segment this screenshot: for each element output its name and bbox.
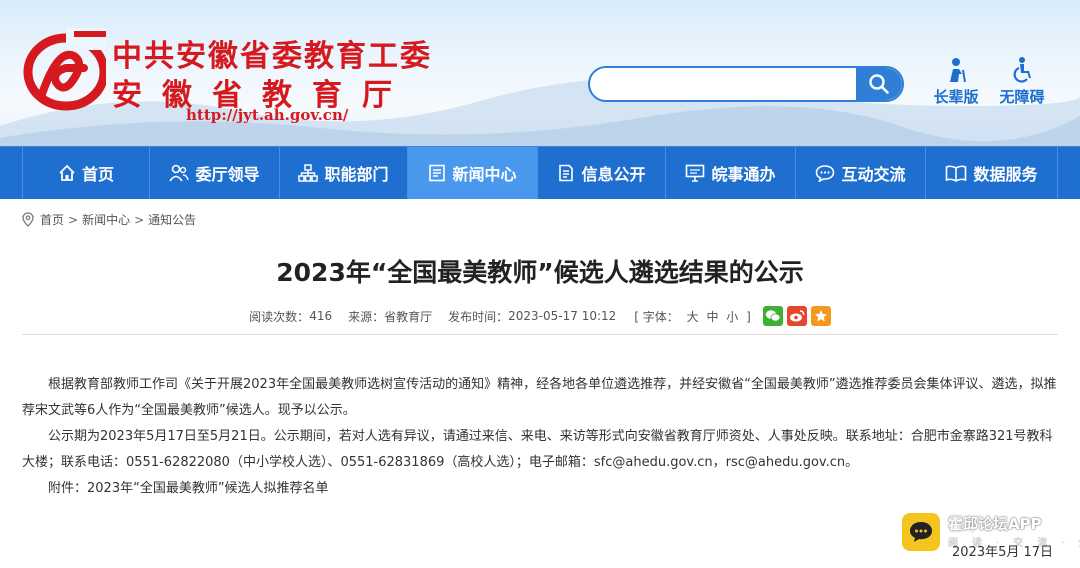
watermark-logo <box>902 513 940 551</box>
nav-label: 委厅领导 <box>195 165 260 184</box>
share-favorite-button[interactable] <box>810 306 831 326</box>
site-url[interactable]: http://jyt.ah.gov.cn/ <box>186 106 348 124</box>
paragraph: 公示期为2023年5月17日至5月21日。公示期间，若对人选有异议，请通过来信、… <box>22 429 1053 470</box>
nav-item-interaction[interactable]: 互动交流 <box>796 147 926 199</box>
nav-item-leaders[interactable]: 委厅领导 <box>150 147 280 199</box>
paragraph: 根据教育部教师工作司《关于开展2023年全国最美教师选树宣传活动的通知》精神，经… <box>22 377 1057 418</box>
nav-item-services[interactable]: 皖事通办 <box>666 147 796 199</box>
breadcrumb-news[interactable]: 新闻中心 <box>82 211 130 228</box>
breadcrumb-separator: > <box>68 212 79 227</box>
star-icon <box>814 310 827 322</box>
weibo-icon <box>789 310 805 322</box>
main-nav: 首页 委厅领导 职能部门 新闻中心 信息公开 皖事通办 互动交流 数据服务 <box>0 146 1080 199</box>
share-weibo-button[interactable] <box>786 306 807 326</box>
font-size-control: [ 字体： 大 中 小 ] <box>632 308 753 325</box>
leaders-icon <box>169 164 190 182</box>
wechat-icon <box>765 310 781 322</box>
attachment-link[interactable]: 附件：2023年“全国最美教师”候选人拟推荐名单 <box>22 476 1058 502</box>
nav-item-departments[interactable]: 职能部门 <box>280 147 408 199</box>
publish-time: 2023-05-17 10:12 <box>508 309 617 323</box>
divider <box>22 334 1058 335</box>
font-size-small[interactable]: 小 <box>726 310 738 324</box>
font-size-medium[interactable]: 中 <box>706 310 718 324</box>
nav-item-news[interactable]: 新闻中心 <box>408 147 538 199</box>
accessibility-button[interactable]: 无障碍 <box>990 56 1054 107</box>
elder-mode-label: 长辈版 <box>933 88 979 106</box>
source-value: 省教育厅 <box>384 309 433 324</box>
nav-label: 职能部门 <box>324 165 389 184</box>
font-size-large[interactable]: 大 <box>687 310 699 324</box>
nav-label: 新闻中心 <box>452 165 517 184</box>
article-meta: 阅读次数： 416 来源： 省教育厅 发布时间： 2023-05-17 10:1… <box>0 305 1080 327</box>
chat-icon <box>816 165 835 182</box>
elder-mode-button[interactable]: 长辈版 <box>924 56 988 107</box>
nav-label: 皖事通办 <box>711 165 776 184</box>
share-wechat-button[interactable] <box>762 306 783 326</box>
nav-item-data[interactable]: 数据服务 <box>926 147 1058 199</box>
nav-item-info[interactable]: 信息公开 <box>538 147 666 199</box>
elder-icon <box>950 58 966 83</box>
nav-item-home[interactable]: 首页 <box>22 147 150 199</box>
breadcrumb-separator: > <box>134 212 145 227</box>
breadcrumb-home[interactable]: 首页 <box>40 211 64 228</box>
chat-bubble-icon <box>910 522 932 542</box>
breadcrumb-notice[interactable]: 通知公告 <box>148 211 196 228</box>
nav-label: 首页 <box>81 165 114 184</box>
search-box <box>588 66 904 102</box>
search-icon <box>869 74 889 94</box>
search-button[interactable] <box>856 68 902 100</box>
nav-label: 信息公开 <box>581 165 646 184</box>
header-banner: 中共安徽省委教育工委 安徽省教育厅 http://jyt.ah.gov.cn/ … <box>0 0 1080 146</box>
book-icon <box>946 165 967 182</box>
emblem-logo <box>23 28 106 111</box>
article-title: 2023年“全国最美教师”候选人遴选结果的公示 <box>276 258 804 287</box>
reads-label: 阅读次数： <box>249 309 310 324</box>
monitor-icon <box>686 164 705 182</box>
accessibility-icon <box>1013 57 1031 83</box>
time-label: 发布时间： <box>448 309 509 324</box>
reads-count: 416 <box>309 309 333 323</box>
document-icon <box>559 164 574 182</box>
footer-date: 2023年5月 17日 <box>952 545 1054 560</box>
article-body: 根据教育部教师工作司《关于开展2023年全国最美教师选树宣传活动的通知》精神，经… <box>22 372 1058 502</box>
search-input[interactable] <box>600 68 844 100</box>
org-chart-icon <box>298 164 319 182</box>
news-icon <box>429 164 446 182</box>
home-icon <box>59 164 75 181</box>
nav-label: 互动交流 <box>841 165 906 184</box>
nav-label: 数据服务 <box>973 165 1038 184</box>
font-label: [ 字体： <box>634 309 679 324</box>
org-name-line1: 中共安徽省委教育工委 <box>112 39 432 74</box>
breadcrumb: 首页 > 新闻中心 > 通知公告 <box>22 211 196 228</box>
location-pin-icon <box>22 212 34 227</box>
source-label: 来源： <box>348 309 385 324</box>
accessibility-label: 无障碍 <box>999 88 1045 106</box>
watermark-name: 霍邱论坛APP <box>948 515 1042 533</box>
font-bracket-close: ] <box>746 309 751 324</box>
